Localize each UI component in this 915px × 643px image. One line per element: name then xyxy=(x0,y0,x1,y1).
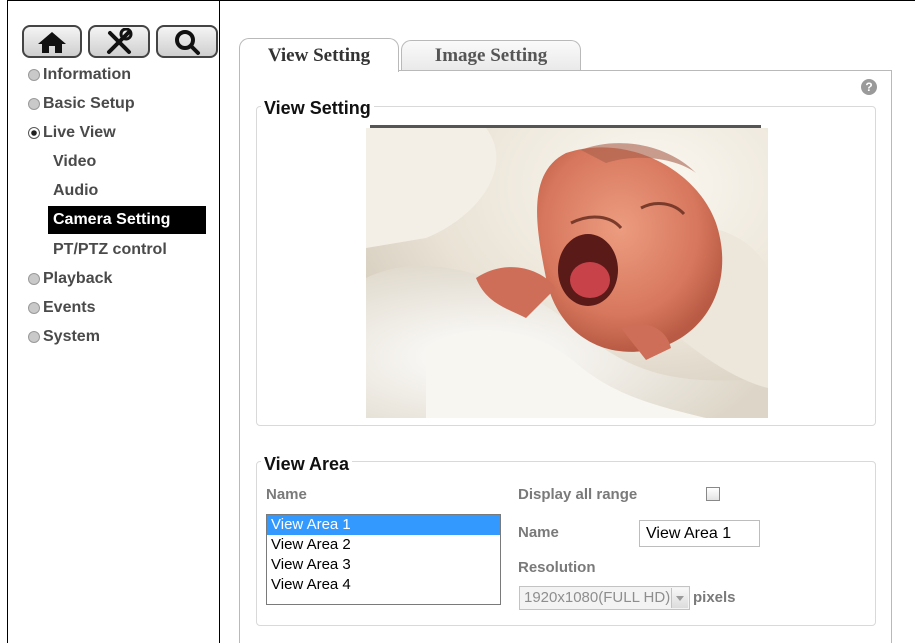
resolution-label: Resolution xyxy=(518,559,596,576)
name-label: Name xyxy=(518,524,559,541)
tab-label: View Setting xyxy=(267,44,371,66)
collapsed-bullet-icon xyxy=(28,98,40,110)
sidebar-item-label: System xyxy=(43,328,100,345)
sidebar-subitem-video[interactable]: Video xyxy=(53,150,96,174)
resolution-unit: pixels xyxy=(693,589,736,606)
list-item[interactable]: View Area 4 xyxy=(267,575,500,595)
list-item[interactable]: View Area 1 xyxy=(267,515,500,535)
tools-icon xyxy=(107,27,133,54)
sidebar-subitem-label: Video xyxy=(53,153,97,170)
collapsed-bullet-icon xyxy=(28,273,40,285)
name-column-label: Name xyxy=(266,486,307,503)
view-area-listbox[interactable]: View Area 1 View Area 2 View Area 3 View… xyxy=(266,514,501,605)
camera-preview-image xyxy=(366,128,768,418)
sidebar-item-label: Information xyxy=(43,66,131,83)
view-setting-legend: View Setting xyxy=(261,98,374,118)
sidebar-item-label: Live View xyxy=(43,124,116,141)
sidebar-subitem-label: Audio xyxy=(53,182,99,199)
sidebar-subitem-audio[interactable]: Audio xyxy=(53,179,98,203)
resolution-value: 1920x1080(FULL HD) xyxy=(524,589,671,606)
display-all-range-checkbox[interactable] xyxy=(706,487,720,501)
sidebar-item-label: Events xyxy=(43,299,96,316)
tab-image-setting[interactable]: Image Setting xyxy=(401,40,581,71)
collapsed-bullet-icon xyxy=(28,302,40,314)
main-content: Image Setting View Setting ? View Settin… xyxy=(221,1,915,643)
collapsed-bullet-icon xyxy=(28,331,40,343)
collapsed-bullet-icon xyxy=(28,69,40,81)
search-button[interactable] xyxy=(156,25,218,58)
view-area-legend: View Area xyxy=(261,454,353,474)
list-item[interactable]: View Area 3 xyxy=(267,555,500,575)
tools-button[interactable] xyxy=(88,25,150,58)
tab-label: Image Setting xyxy=(434,45,548,66)
home-button[interactable] xyxy=(22,25,82,58)
sidebar-subitem-label: PT/PTZ control xyxy=(53,241,167,258)
sidebar-subitem-pt-ptz-control[interactable]: PT/PTZ control xyxy=(53,238,167,262)
sidebar-item-label: Basic Setup xyxy=(43,95,135,112)
display-all-range-label: Display all range xyxy=(518,486,638,503)
expanded-bullet-icon xyxy=(28,127,40,139)
sidebar-subitem-camera-setting[interactable]: Camera Setting xyxy=(48,206,206,234)
list-item[interactable]: View Area 2 xyxy=(267,535,500,555)
tab-view-setting[interactable]: View Setting xyxy=(239,38,399,72)
resolution-select[interactable]: 1920x1080(FULL HD) xyxy=(519,586,690,610)
name-field[interactable]: View Area 1 xyxy=(639,520,760,547)
search-icon xyxy=(175,29,200,55)
sidebar-item-label: Playback xyxy=(43,270,113,287)
chevron-down-icon xyxy=(671,588,688,608)
home-icon xyxy=(38,31,66,53)
help-icon[interactable]: ? xyxy=(861,79,877,95)
sidebar-subitem-label: Camera Setting xyxy=(53,211,171,228)
